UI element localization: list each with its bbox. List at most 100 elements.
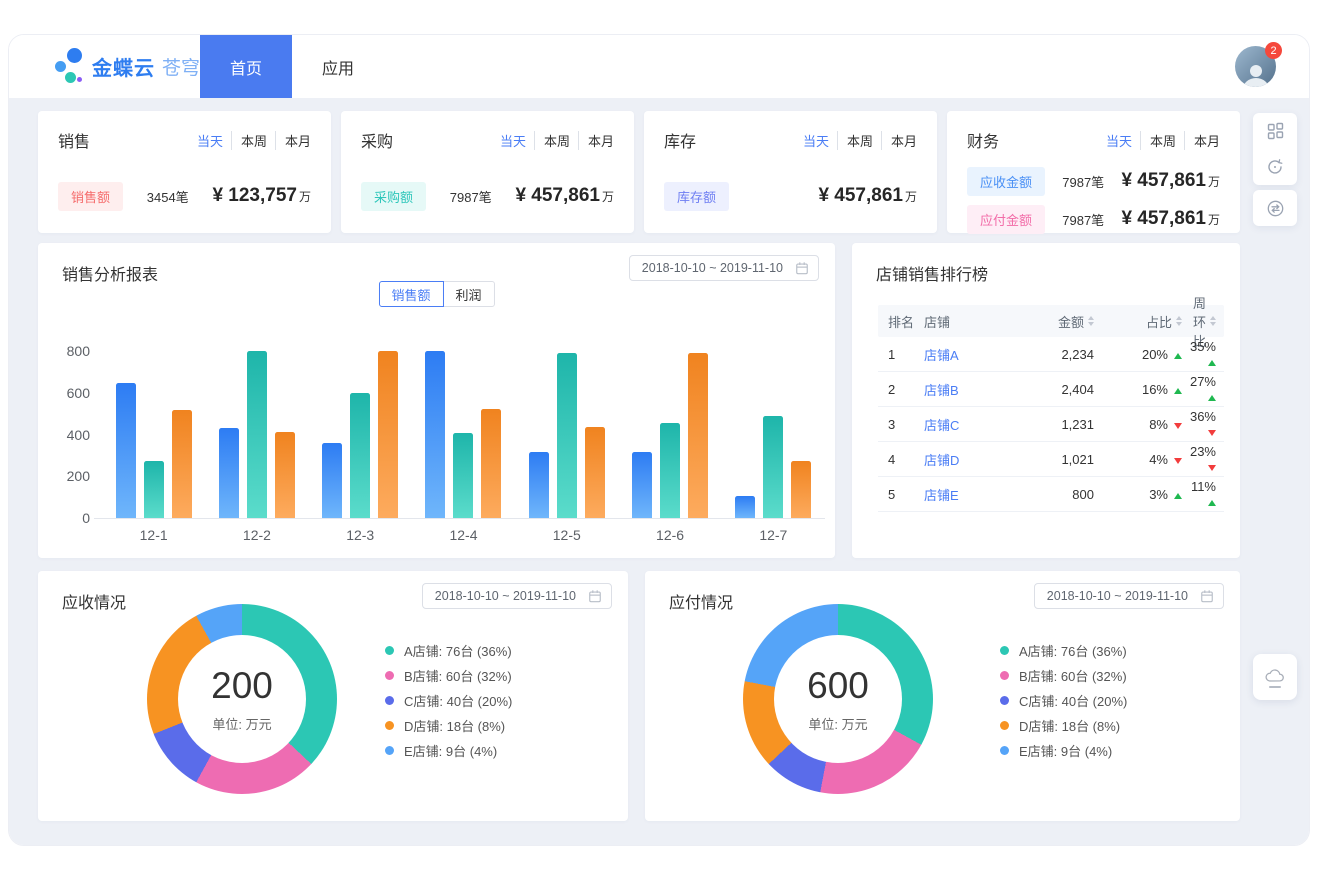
legend-dot-icon [1000, 671, 1009, 680]
refresh-history-button[interactable] [1253, 149, 1297, 185]
table-row: 3店铺C1,2318%36% [878, 407, 1224, 442]
rank-cell: 4 [878, 452, 924, 467]
period-link-2[interactable]: 本月 [578, 131, 614, 150]
toggle-profit[interactable]: 利润 [443, 281, 495, 307]
legend-dot-icon [1000, 746, 1009, 755]
tab-home[interactable]: 首页 [200, 35, 292, 98]
bar-group [309, 351, 412, 518]
shop-cell: 店铺B [924, 380, 1016, 399]
toolbar-group-top [1253, 113, 1297, 185]
y-tick-label: 200 [38, 468, 90, 484]
trend-up-icon [1174, 493, 1182, 499]
metric-toggle: 销售额 利润 [378, 281, 494, 307]
kpi-card-title: 采购 [361, 128, 393, 152]
date-range-picker[interactable]: 2018-10-10 ~ 2019-11-10 [629, 255, 819, 281]
period-link-0[interactable]: 当天 [1106, 131, 1132, 150]
calendar-icon [588, 589, 602, 603]
period-link-0[interactable]: 当天 [500, 131, 526, 150]
period-links: 当天本周本月 [197, 131, 311, 150]
legend-label: E店铺: 9台 (4%) [404, 741, 497, 760]
shop-link[interactable]: 店铺C [924, 418, 959, 433]
legend-item: D店铺: 18台 (8%) [1000, 713, 1127, 738]
legend-label: A店铺: 76台 (36%) [1019, 641, 1127, 660]
sort-asc-icon [1210, 316, 1216, 320]
metric-badge: 采购额 [361, 182, 426, 211]
period-link-2[interactable]: 本月 [275, 131, 311, 150]
metric-badge: 库存额 [664, 182, 729, 211]
x-tick-label: 12-7 [722, 527, 825, 543]
brand-subname: 苍穹 [162, 53, 200, 80]
period-link-0[interactable]: 当天 [803, 131, 829, 150]
column-label-text: 店铺 [924, 312, 950, 331]
legend-item: C店铺: 40台 (20%) [385, 688, 512, 713]
column-header-label: 占比 [1094, 312, 1182, 331]
metric-amount: ¥ 457,861万 [515, 185, 614, 207]
x-tick-label: 12-6 [618, 527, 721, 543]
donut-unit-label: 单位: 万元 [808, 714, 867, 733]
column-header-label: 金额 [1016, 312, 1094, 331]
share-cell: 16% [1094, 382, 1182, 397]
wow-cell: 36% [1182, 409, 1224, 439]
kpi-metric-row: 应付金额7987笔¥ 457,861万 [967, 200, 1220, 238]
payable-title: 应付情况 [669, 589, 733, 613]
legend-label: B店铺: 60台 (32%) [1019, 666, 1127, 685]
tab-apps[interactable]: 应用 [292, 35, 384, 98]
teal-series-bar [247, 351, 267, 518]
date-range-picker[interactable]: 2018-10-10 ~ 2019-11-10 [422, 583, 612, 609]
period-link-2[interactable]: 本月 [881, 131, 917, 150]
toggle-sales-amount[interactable]: 销售额 [378, 281, 443, 307]
blue-series-bar [219, 428, 239, 518]
legend-label: C店铺: 40台 (20%) [404, 691, 512, 710]
rank-cell: 5 [878, 487, 924, 502]
switch-exchange-icon [1266, 199, 1285, 218]
kpi-rows: 销售额3454笔¥ 123,757万 [58, 179, 311, 213]
x-tick-label: 12-5 [515, 527, 618, 543]
amount-unit: 万 [1208, 175, 1220, 189]
column-header-2[interactable]: 金额 [1016, 312, 1094, 331]
period-link-1[interactable]: 本周 [231, 131, 267, 150]
shop-cell: 店铺E [924, 485, 1016, 504]
payable-panel: 应付情况 2018-10-10 ~ 2019-11-10 600 单位: 万元 … [645, 571, 1240, 821]
sales-analysis-panel: 销售分析报表 2018-10-10 ~ 2019-11-10 销售额 利润 02… [38, 243, 835, 558]
trend-up-icon [1174, 353, 1182, 359]
y-tick-label: 0 [38, 510, 90, 526]
column-label-text: 占比 [1146, 312, 1172, 331]
donut-unit-label: 单位: 万元 [212, 714, 271, 733]
period-link-0[interactable]: 当天 [197, 131, 223, 150]
dashboard-content: 销售当天本周本月销售额3454笔¥ 123,757万采购当天本周本月采购额798… [9, 98, 1309, 845]
user-avatar[interactable]: 2 [1235, 46, 1276, 87]
trend-up-icon [1208, 360, 1216, 366]
amount-unit: 万 [299, 190, 311, 204]
period-link-1[interactable]: 本周 [837, 131, 873, 150]
column-header-3[interactable]: 占比 [1094, 312, 1182, 331]
kpi-card-header: 销售当天本周本月 [58, 128, 311, 152]
period-link-1[interactable]: 本周 [534, 131, 570, 150]
period-link-2[interactable]: 本月 [1184, 131, 1220, 150]
x-tick-label: 12-1 [102, 527, 205, 543]
ranking-table-header: 排名店铺金额占比周环比 [878, 305, 1224, 337]
legend-dot-icon [385, 746, 394, 755]
shop-link[interactable]: 店铺B [924, 383, 959, 398]
column-label-text: 排名 [888, 312, 914, 331]
share-cell: 20% [1094, 347, 1182, 362]
shop-link[interactable]: 店铺E [924, 488, 959, 503]
table-row: 2店铺B2,40416%27% [878, 372, 1224, 407]
wow-value: 23% [1190, 444, 1216, 459]
top-header: 金蝶云 苍穹 首页应用 2 [9, 35, 1309, 98]
switch-exchange-button[interactable] [1253, 190, 1297, 226]
cloud-sync-button[interactable] [1253, 654, 1297, 700]
share-cell: 4% [1094, 452, 1182, 467]
dashboard-grid-button[interactable] [1253, 113, 1297, 149]
amount-value: ¥ 457,861 [1121, 208, 1206, 229]
calendar-icon [795, 261, 809, 275]
share-value: 3% [1149, 487, 1168, 502]
donut-total-value: 200 [211, 665, 273, 707]
period-link-1[interactable]: 本周 [1140, 131, 1176, 150]
legend-label: E店铺: 9台 (4%) [1019, 741, 1112, 760]
wow-value: 35% [1190, 339, 1216, 354]
bar-group [722, 351, 825, 518]
logo-dots-icon [50, 44, 88, 90]
shop-link[interactable]: 店铺A [924, 348, 959, 363]
date-range-picker[interactable]: 2018-10-10 ~ 2019-11-10 [1034, 583, 1224, 609]
shop-link[interactable]: 店铺D [924, 453, 959, 468]
